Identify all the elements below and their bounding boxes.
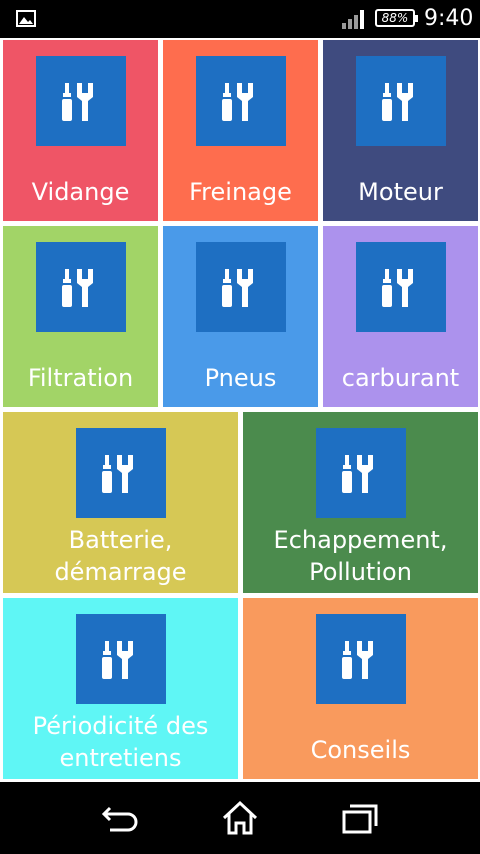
tools-icon [75,428,166,518]
navigation-bar [0,782,480,854]
category-tile-label: Moteur [358,178,443,206]
category-tile-label: Filtration [27,364,134,392]
category-tile[interactable]: Batterie, démarrage [3,412,238,593]
tools-icon [75,614,166,704]
category-tile-label: Batterie, démarrage [54,526,187,586]
category-tile[interactable]: Conseils [243,598,478,779]
category-tile[interactable]: Périodicité des entretiens [3,598,238,779]
tools-icon [355,242,446,332]
category-tile[interactable]: Freinage [163,40,318,221]
home-icon[interactable] [220,800,260,836]
battery-percent: 88% [381,11,409,25]
category-tile[interactable]: Moteur [323,40,478,221]
tools-icon [35,242,126,332]
tools-icon [355,56,446,146]
tools-icon [315,428,406,518]
battery-icon: 88% [375,9,418,27]
category-tile[interactable]: Vidange [3,40,158,221]
category-tile-label: carburant [341,364,460,392]
status-clock: 9:40 [424,6,474,31]
signal-icon [342,10,364,29]
back-icon[interactable] [100,800,140,836]
tools-icon [195,242,286,332]
category-tile-label: Echappement, Pollution [273,526,448,586]
category-tile-label: Pneus [204,364,277,392]
status-bar: 88% 9:40 [0,0,480,38]
image-notification-icon [16,10,36,27]
category-tile-label: Freinage [189,178,292,206]
category-tile[interactable]: Filtration [3,226,158,407]
category-tile-label: Vidange [31,178,130,206]
category-tile[interactable]: carburant [323,226,478,407]
category-tile[interactable]: Pneus [163,226,318,407]
category-tile[interactable]: Echappement, Pollution [243,412,478,593]
category-tile-label: Conseils [310,736,411,764]
tools-icon [315,614,406,704]
recent-apps-icon[interactable] [340,800,380,836]
tools-icon [195,56,286,146]
category-tile-label: Périodicité des entretiens [32,712,209,772]
tools-icon [35,56,126,146]
